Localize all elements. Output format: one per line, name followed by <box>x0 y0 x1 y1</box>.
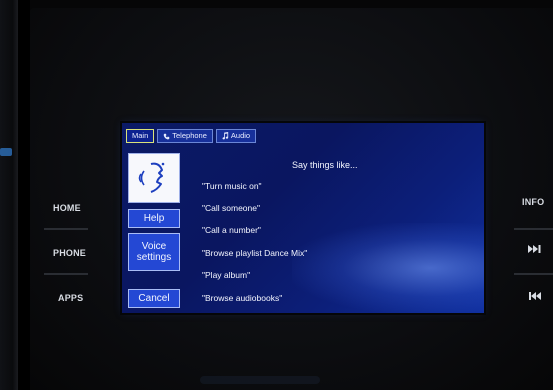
cancel-label: Cancel <box>138 293 170 304</box>
hint-item: "Browse playlist Dance Mix" <box>202 248 308 258</box>
button-divider <box>514 273 553 275</box>
tab-main[interactable]: Main <box>126 129 155 143</box>
tab-telephone[interactable]: Telephone <box>157 129 213 143</box>
home-hardware-button[interactable]: HOME <box>53 203 81 213</box>
button-divider <box>44 273 88 275</box>
hint-item: "Play album" <box>202 270 251 280</box>
apps-hardware-button[interactable]: APPS <box>58 293 83 303</box>
button-divider <box>514 228 553 230</box>
hint-item: "Browse audiobooks" <box>202 293 283 303</box>
help-label: Help <box>143 213 165 224</box>
skip-back-icon <box>529 292 541 300</box>
skip-back-button[interactable] <box>528 291 542 303</box>
indicator-light <box>0 148 12 156</box>
voice-settings-label-line2: settings <box>136 252 172 263</box>
tab-audio[interactable]: Audio <box>215 129 257 143</box>
help-button[interactable]: Help <box>128 209 180 228</box>
voice-settings-label-line1: Voice <box>141 241 167 252</box>
tab-bar: Main Telephone Audio <box>126 129 257 143</box>
bottom-reflection <box>200 376 320 384</box>
phone-icon <box>163 133 170 139</box>
voice-icon-tile[interactable] <box>128 153 180 203</box>
cancel-button[interactable]: Cancel <box>128 289 180 308</box>
hint-item: "Call a number" <box>202 225 261 235</box>
hint-title: Say things like... <box>292 160 358 170</box>
info-hardware-button[interactable]: INFO <box>522 197 544 207</box>
left-bezel <box>0 0 18 390</box>
voice-command-screen: Main Telephone Audio Help Voice settings <box>122 123 484 313</box>
skip-forward-icon <box>528 245 541 253</box>
bezel-gap <box>18 0 30 390</box>
tab-label: Telephone <box>172 131 207 140</box>
hint-item: "Turn music on" <box>202 181 262 191</box>
music-note-icon <box>222 132 229 140</box>
tab-label: Main <box>132 131 149 140</box>
hint-item: "Call someone" <box>202 203 261 213</box>
voice-speak-icon <box>138 162 165 193</box>
phone-hardware-button[interactable]: PHONE <box>53 248 86 258</box>
screen-glare <box>292 223 484 313</box>
tab-label: Audio <box>230 131 251 140</box>
button-divider <box>44 228 88 230</box>
voice-settings-button[interactable]: Voice settings <box>128 233 180 271</box>
skip-forward-button[interactable] <box>528 244 542 256</box>
